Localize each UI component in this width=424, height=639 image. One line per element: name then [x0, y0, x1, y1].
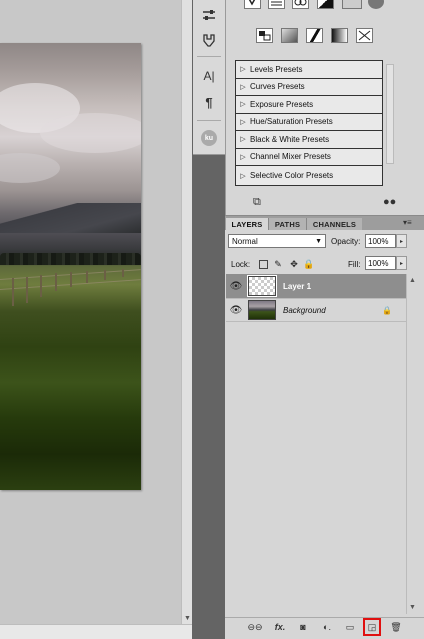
new-layer-icon[interactable]: ◲: [363, 618, 381, 636]
scroll-down-arrow-icon[interactable]: ▼: [409, 604, 416, 611]
expand-triangle-icon[interactable]: ▷: [236, 118, 250, 126]
opacity-label: Opacity:: [331, 237, 361, 246]
preset-item-selective-color[interactable]: ▷ Selective Color Presets: [236, 166, 382, 185]
expand-triangle-icon[interactable]: ▷: [236, 172, 250, 180]
gradient-map-icon[interactable]: [331, 28, 348, 43]
chevron-down-icon: ▼: [315, 237, 322, 245]
fx-icon[interactable]: fx.: [273, 620, 287, 634]
adjustments-sliders-icon[interactable]: [197, 5, 221, 25]
clone-source-icon[interactable]: [197, 30, 221, 50]
preset-item-curves[interactable]: ▷ Curves Presets: [236, 78, 382, 96]
layer-name: Background: [283, 305, 326, 315]
mask-icon[interactable]: ◙: [296, 620, 310, 634]
preset-item-black-white[interactable]: ▷ Black & White Presets: [236, 131, 382, 149]
dock-separator: [197, 56, 221, 57]
preset-item-exposure[interactable]: ▷ Exposure Presets: [236, 96, 382, 114]
canvas-horizontal-scrollbar[interactable]: [0, 624, 192, 639]
posterize-icon[interactable]: [281, 28, 298, 43]
levels-adjustment-icon[interactable]: [244, 0, 261, 9]
hue-saturation-icon[interactable]: [292, 0, 309, 9]
scroll-down-arrow-icon[interactable]: ▼: [184, 615, 191, 622]
character-icon[interactable]: A|: [197, 66, 221, 86]
blend-mode-select[interactable]: Normal ▼: [228, 234, 326, 248]
layer-name: Layer 1: [283, 281, 312, 291]
canvas-vertical-scrollbar[interactable]: ▼: [181, 0, 192, 624]
presets-scrollbar[interactable]: [384, 60, 396, 186]
panel-menu-icon[interactable]: ▾≡: [403, 218, 412, 227]
expand-triangle-icon[interactable]: ▷: [236, 100, 250, 108]
lock-all-icon[interactable]: 🔒: [303, 259, 314, 269]
layer-thumbnail: [248, 300, 276, 320]
kuler-icon[interactable]: ku: [201, 130, 217, 146]
group-folder-icon[interactable]: ▭: [343, 620, 357, 634]
tab-layers[interactable]: LAYERS: [226, 218, 268, 230]
trash-icon[interactable]: 🗑: [389, 620, 403, 634]
black-white-icon[interactable]: [317, 0, 334, 9]
tab-paths[interactable]: PATHS: [268, 218, 306, 230]
lock-image-pixels-icon[interactable]: ✎: [273, 259, 283, 269]
layer-row-background[interactable]: 👁 Background 🔒: [226, 298, 406, 322]
landscape-photo: [0, 43, 141, 490]
adjustment-presets-list: ▷ Levels Presets ▷ Curves Presets ▷ Exposur…: [235, 60, 383, 186]
lock-position-icon[interactable]: ✥: [289, 259, 299, 269]
curves-adjustment-icon[interactable]: [268, 0, 285, 9]
adjustment-layer-icon[interactable]: ◐.: [320, 620, 334, 634]
tab-channels[interactable]: CHANNELS: [306, 218, 362, 230]
fill-label: Fill:: [348, 260, 361, 269]
scroll-up-arrow-icon[interactable]: ▲: [409, 277, 416, 284]
fill-slider-button[interactable]: ▸: [396, 256, 407, 270]
preset-item-channel-mixer[interactable]: ▷ Channel Mixer Presets: [236, 148, 382, 166]
preset-item-levels[interactable]: ▷ Levels Presets: [236, 61, 382, 79]
layer-thumbnail: [247, 275, 277, 297]
eye-visibility-icon[interactable]: 👁: [229, 279, 243, 293]
layers-list: [226, 274, 406, 614]
lock-transparent-pixels-icon[interactable]: [259, 260, 268, 269]
opacity-field[interactable]: 100%: [365, 234, 396, 248]
expand-triangle-icon[interactable]: ▷: [236, 65, 250, 73]
threshold-icon[interactable]: [306, 28, 323, 43]
scrollbar-thumb[interactable]: [386, 64, 394, 164]
return-to-list-icon[interactable]: ⧉: [253, 196, 261, 209]
lock-label: Lock:: [231, 260, 251, 269]
layers-scrollbar[interactable]: ▲ ▼: [406, 274, 418, 614]
link-icon[interactable]: ⊖⊖: [247, 620, 262, 634]
preset-item-hue-saturation[interactable]: ▷ Hue/Saturation Presets: [236, 113, 382, 131]
invert-icon[interactable]: [256, 28, 273, 43]
lock-icon: 🔒: [382, 305, 392, 315]
expand-triangle-icon[interactable]: ▷: [236, 153, 250, 161]
clip-to-layer-icon[interactable]: ●●: [383, 196, 396, 208]
opacity-slider-button[interactable]: ▸: [396, 234, 407, 248]
expand-triangle-icon[interactable]: ▷: [236, 135, 250, 143]
dock-separator: [197, 120, 221, 121]
expand-triangle-icon[interactable]: ▷: [236, 83, 250, 91]
layer-row-layer-1[interactable]: 👁 Layer 1: [226, 274, 406, 298]
selective-color-icon[interactable]: [356, 28, 373, 43]
paragraph-icon[interactable]: ¶: [197, 92, 221, 112]
photo-filter-icon[interactable]: [342, 0, 362, 9]
fill-field[interactable]: 100%: [365, 256, 396, 270]
eye-visibility-icon[interactable]: 👁: [229, 303, 243, 317]
